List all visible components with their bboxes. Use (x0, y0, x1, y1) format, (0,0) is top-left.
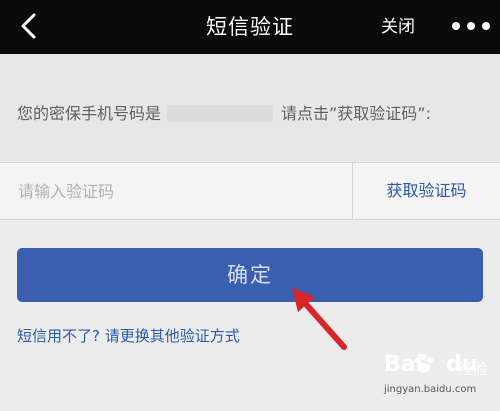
paw-icon (415, 354, 433, 373)
verification-info: 您的密保手机号码是 请点击”获取验证码”: (0, 54, 500, 162)
masked-phone-number (167, 105, 274, 122)
alternative-verification-link[interactable]: 短信用不了? 请更换其他验证方式 (17, 325, 240, 346)
page-title: 短信验证 (206, 15, 294, 39)
annotation-arrow-icon (292, 288, 347, 350)
code-input-row: 获取验证码 (0, 162, 500, 220)
jingyan-label: 经验 (458, 360, 489, 378)
watermark-url: jingyan.baidu.com (384, 384, 477, 395)
info-text: 您的密保手机号码是 请点击”获取验证码”: (17, 102, 487, 125)
more-horizontal-icon[interactable] (449, 16, 493, 36)
baidu-jingyan-watermark: Bai du 经验 jingyan.baidu.com (384, 352, 494, 404)
confirm-button[interactable]: 确定 (17, 248, 483, 302)
close-button[interactable]: 关闭 (381, 0, 415, 54)
get-code-button[interactable]: 获取验证码 (353, 163, 500, 219)
top-nav-bar: 短信验证 关闭 (0, 0, 500, 54)
info-text-after: 请点击”获取验证码”: (281, 104, 431, 123)
verification-code-input[interactable] (0, 163, 352, 219)
info-text-before: 您的密保手机号码是 (17, 104, 162, 123)
